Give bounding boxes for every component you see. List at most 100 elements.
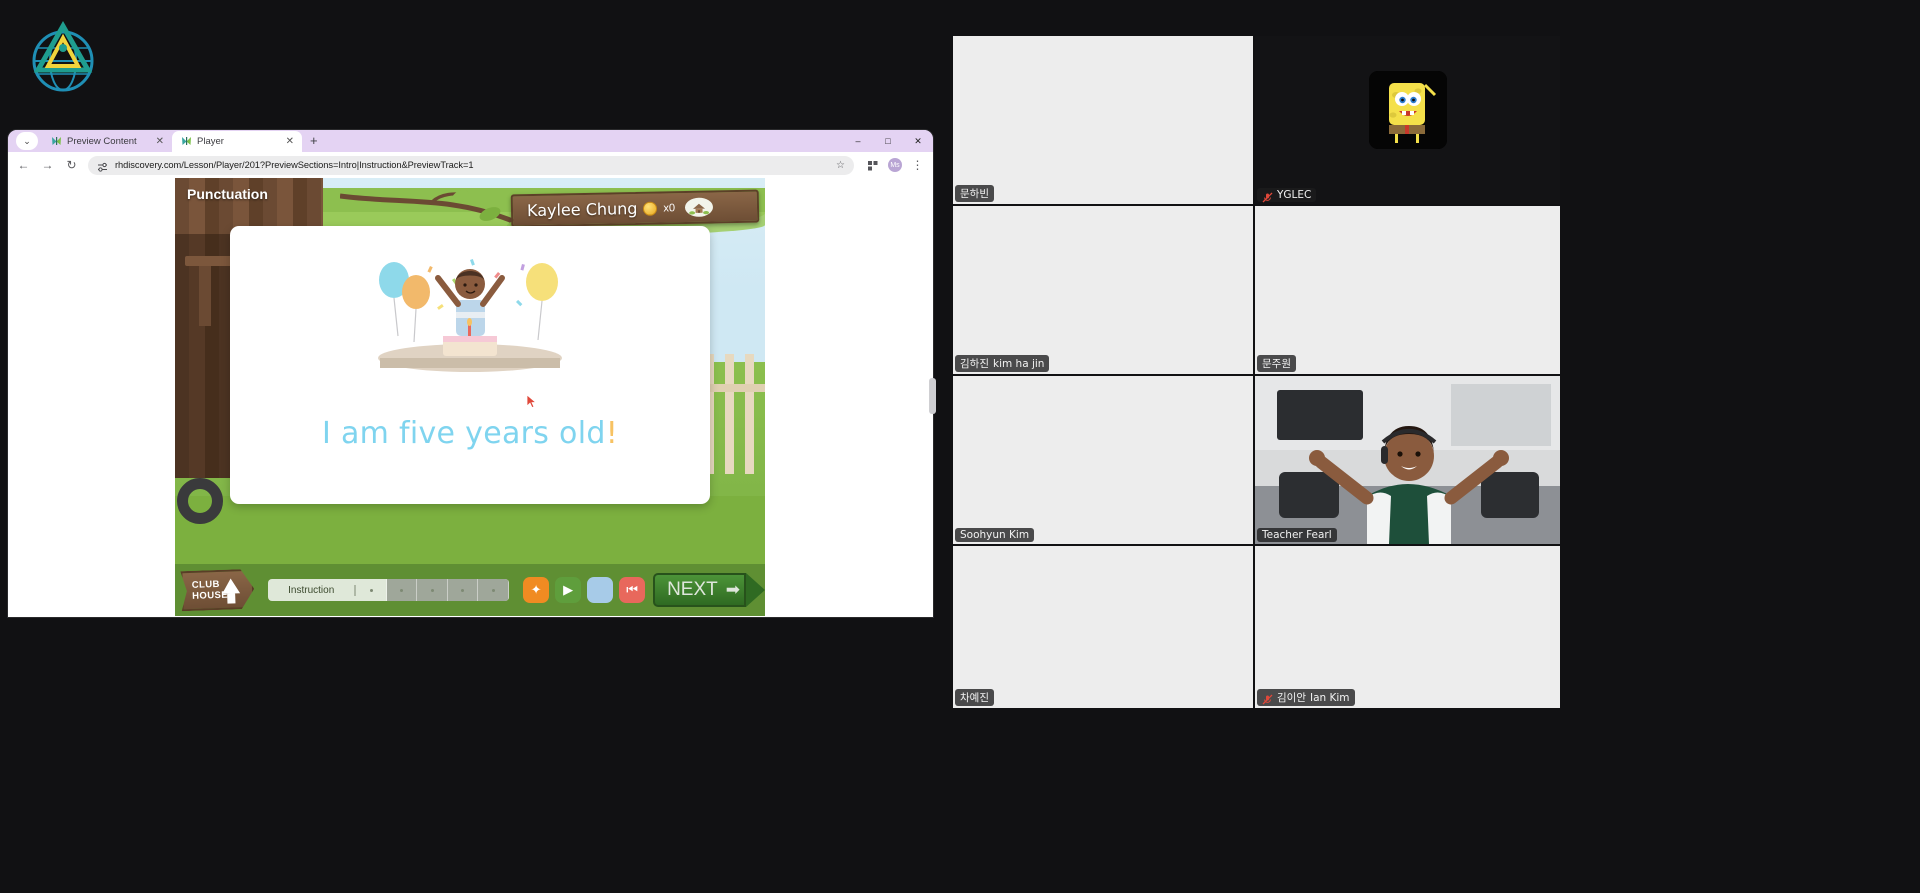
progress-dot <box>430 588 434 592</box>
treehouse-post <box>199 266 211 326</box>
participant-tile[interactable]: 김하진 kim ha jin <box>953 206 1253 374</box>
participant-tile[interactable]: 차예진 <box>953 546 1253 708</box>
participant-name-badge: 문하빈 <box>955 185 994 202</box>
participant-name: 문주원 <box>1262 358 1291 370</box>
butterfly-icon <box>181 136 192 147</box>
participant-name-badge: 김하진 kim ha jin <box>955 355 1050 372</box>
url-text: rhdiscovery.com/Lesson/Player/201?Previe… <box>115 160 474 170</box>
camera-off-placeholder <box>953 376 1253 544</box>
participant-name: Soohyun Kim <box>960 529 1030 541</box>
camera-off-placeholder <box>953 36 1253 204</box>
chrome-menu-icon[interactable]: ⋮ <box>910 158 925 173</box>
participant-name: 차예진 <box>960 692 989 704</box>
extensions-icon[interactable] <box>865 158 880 173</box>
participant-tile[interactable]: 문주원 <box>1255 206 1560 374</box>
participant-tile[interactable]: 문하빈 <box>953 36 1253 204</box>
lesson-bottom-bar: CLUB HOUSE Instruction ✦ ▶ ⏮ NEXT ➡ <box>175 564 765 616</box>
play-button[interactable]: ▶ <box>555 577 582 603</box>
edu-globe-logo <box>22 18 104 100</box>
coin-count: x0 <box>663 201 676 214</box>
back-icon[interactable]: ← <box>16 158 31 173</box>
participant-name: Teacher Fearl <box>1262 529 1332 541</box>
next-label: NEXT <box>667 579 718 600</box>
progress-segment[interactable] <box>356 579 387 601</box>
profile-avatar[interactable]: Ms <box>888 158 902 172</box>
participant-name: 김하진 <box>960 358 989 370</box>
sentence-punctuation: ! <box>605 416 619 451</box>
progress-dot <box>400 588 404 592</box>
lesson-content-card: I am five years old! <box>230 226 710 504</box>
up-arrow-icon <box>222 578 241 594</box>
coin-icon <box>643 201 658 216</box>
maximize-button[interactable]: □ <box>873 130 903 152</box>
minimize-button[interactable]: – <box>843 130 873 152</box>
camera-off-placeholder <box>1255 206 1560 374</box>
close-icon[interactable]: ✕ <box>155 136 165 147</box>
teacher-webcam-feed <box>1255 376 1560 544</box>
clubhouse-icon[interactable] <box>684 197 714 218</box>
close-window-button[interactable]: ✕ <box>903 130 933 152</box>
chrome-browser-window: ⌄ Preview Content ✕ Player ✕ + – □ ✕ ← →… <box>8 130 933 617</box>
sentence-text: I am five years old <box>321 416 606 451</box>
participant-name: 문하빈 <box>960 188 989 200</box>
participant-tile[interactable]: Soohyun Kim <box>953 376 1253 544</box>
toolbar-right: Ms ⋮ <box>863 158 925 173</box>
student-name-sign: Kaylee Chung x0 <box>510 189 760 228</box>
tab-preview-content[interactable]: Preview Content ✕ <box>42 131 172 152</box>
clubhouse-button[interactable]: CLUB HOUSE <box>180 569 255 612</box>
progress-dot <box>491 588 495 592</box>
next-button[interactable]: NEXT ➡ <box>653 573 746 607</box>
camera-off-placeholder <box>953 206 1253 374</box>
tab-label: Preview Content <box>67 136 137 147</box>
player-controls: ✦ ▶ ⏮ <box>523 577 646 603</box>
tune-icon[interactable] <box>97 160 108 172</box>
address-bar[interactable]: rhdiscovery.com/Lesson/Player/201?Previe… <box>88 155 854 175</box>
tab-search-button[interactable]: ⌄ <box>16 132 38 150</box>
mouse-cursor <box>526 394 537 409</box>
reload-icon[interactable]: ↻ <box>64 158 79 173</box>
page-viewport: Punctuation Kaylee Chung x0 I am five ye… <box>8 178 933 617</box>
blank-button[interactable] <box>587 577 614 603</box>
participant-name-latin: kim ha jin <box>992 357 1045 370</box>
arrow-right-icon: ➡ <box>725 580 740 599</box>
lesson-stage: Punctuation Kaylee Chung x0 I am five ye… <box>175 178 765 616</box>
next-button-wedge <box>746 573 765 607</box>
spongebob-avatar <box>1368 70 1447 149</box>
window-resize-handle[interactable] <box>929 378 936 414</box>
student-name: Kaylee Chung <box>526 198 638 221</box>
bookmark-icon[interactable]: ☆ <box>836 160 845 171</box>
progress-segment[interactable] <box>478 579 510 601</box>
tab-player[interactable]: Player ✕ <box>172 131 302 152</box>
progress-dot <box>461 588 465 592</box>
progress-segment[interactable] <box>386 579 418 601</box>
participant-name-badge: Soohyun Kim <box>955 528 1035 542</box>
close-icon[interactable]: ✕ <box>285 136 295 147</box>
birthday-cake-illustration <box>230 250 710 390</box>
new-tab-button[interactable]: + <box>302 133 326 150</box>
browser-toolbar: ← → ↻ rhdiscovery.com/Lesson/Player/201?… <box>8 152 933 178</box>
participant-name: 김이안 <box>1277 692 1306 704</box>
participant-name-badge: 차예진 <box>955 689 994 706</box>
tab-label: Player <box>197 136 224 147</box>
progress-segment[interactable] <box>417 579 448 601</box>
participant-name-badge: Teacher Fearl <box>1257 528 1337 542</box>
participant-tile-active-speaker[interactable]: Teacher Fearl <box>1255 376 1560 544</box>
mic-muted-icon <box>1262 190 1273 202</box>
butterfly-icon <box>51 136 62 147</box>
mic-muted-icon <box>1262 692 1273 705</box>
rewind-button[interactable]: ⏮ <box>619 577 646 603</box>
participant-tile[interactable]: YGLEC <box>1255 36 1560 204</box>
progress-track[interactable] <box>356 579 510 601</box>
lesson-sentence: I am five years old! <box>230 416 710 451</box>
sparkle-button[interactable]: ✦ <box>523 577 550 603</box>
video-participant-grid: 문하빈 YGLEC 김하진 kim ha jin 문주원 Soohyun Kim… <box>953 36 1560 708</box>
camera-off-placeholder <box>953 546 1253 708</box>
forward-icon[interactable]: → <box>40 158 55 173</box>
participant-name-badge: 문주원 <box>1257 355 1296 372</box>
window-controls: – □ ✕ <box>843 130 933 152</box>
participant-name: YGLEC <box>1277 189 1312 201</box>
camera-off-placeholder <box>1255 546 1560 708</box>
participant-tile[interactable]: 김이안 Ian Kim <box>1255 546 1560 708</box>
progress-segment[interactable] <box>447 579 479 601</box>
participant-name-badge: YGLEC <box>1257 188 1317 202</box>
